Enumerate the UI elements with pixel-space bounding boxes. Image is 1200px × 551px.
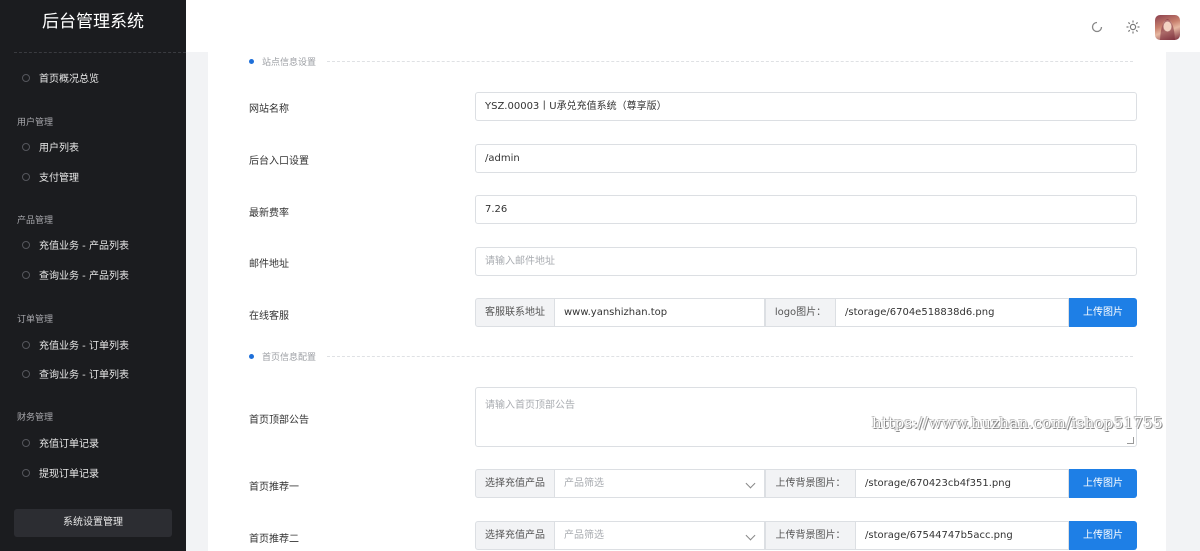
section-divider — [327, 356, 1133, 357]
sidebar-item-label: 查询业务 - 订单列表 — [39, 370, 129, 381]
chevron-down-icon — [745, 478, 756, 489]
circle-icon — [22, 143, 30, 151]
admin-entry-input[interactable]: /admin — [475, 144, 1137, 173]
logo-label: logo图片： — [765, 298, 836, 327]
sidebar-item-label: 查询业务 - 产品列表 — [39, 271, 129, 282]
logo-path-input[interactable]: /storage/6704e518838d6.png — [835, 298, 1069, 327]
service-contact-input[interactable]: www.yanshizhan.top — [554, 298, 765, 327]
rec2-product-select[interactable]: 产品筛选 — [554, 521, 765, 550]
app-title: 后台管理系统 — [42, 12, 144, 32]
sun-icon[interactable] — [1126, 20, 1140, 34]
sidebar-group-users: 用户管理 — [17, 118, 54, 128]
sidebar-item-system-settings[interactable]: 系统设置管理 — [14, 509, 172, 537]
label-rec1: 首页推荐一 — [249, 482, 299, 493]
circle-icon — [22, 439, 30, 447]
rec1-bg-input[interactable]: /storage/670423cb4f351.png — [855, 469, 1069, 498]
refresh-icon[interactable] — [1090, 20, 1104, 34]
chevron-down-icon — [745, 530, 756, 541]
circle-icon — [22, 341, 30, 349]
label-admin-entry: 后台入口设置 — [249, 156, 309, 167]
sidebar-item-label: 充值订单记录 — [39, 439, 99, 450]
rec2-select-label: 选择充值产品 — [475, 521, 555, 550]
email-input[interactable]: 请输入邮件地址 — [475, 247, 1137, 276]
sidebar-item-label: 支付管理 — [39, 173, 79, 184]
circle-icon — [22, 469, 30, 477]
rec2-bg-label: 上传背景图片： — [765, 521, 856, 550]
circle-icon — [22, 370, 30, 378]
bullet-icon — [249, 354, 254, 359]
section-home: 首页信息配置 — [249, 350, 316, 363]
rec1-product-select[interactable]: 产品筛选 — [554, 469, 765, 498]
notice-placeholder: 请输入首页顶部公告 — [485, 400, 575, 411]
label-service: 在线客服 — [249, 311, 289, 322]
watermark-text: https://www.huzhan.com/ishop51755 — [872, 414, 1164, 432]
sidebar-item-label: 充值业务 - 订单列表 — [39, 341, 129, 352]
service-contact-label: 客服联系地址 — [475, 298, 555, 327]
rec2-bg-input[interactable]: /storage/67544747b5acc.png — [855, 521, 1069, 550]
site-name-input[interactable]: YSZ.00003丨U承兑充值系统（尊享版） — [475, 92, 1137, 121]
sidebar-item-label: 首页概况总览 — [39, 74, 99, 85]
bullet-icon — [249, 59, 254, 64]
label-rec2: 首页推荐二 — [249, 534, 299, 545]
upload-logo-button[interactable]: 上传图片 — [1069, 298, 1137, 327]
section-title: 首页信息配置 — [262, 353, 317, 363]
select-placeholder: 产品筛选 — [564, 478, 604, 489]
rate-input[interactable]: 7.26 — [475, 195, 1137, 224]
sidebar-group-products: 产品管理 — [17, 216, 54, 226]
label-rate: 最新费率 — [249, 208, 289, 219]
sidebar-item-recharge-products[interactable]: 充值业务 - 产品列表 — [22, 237, 129, 257]
sidebar-item-recharge-orders[interactable]: 充值业务 - 订单列表 — [22, 337, 129, 357]
circle-icon — [22, 271, 30, 279]
label-site-name: 网站名称 — [249, 104, 289, 115]
brand-divider — [14, 52, 186, 53]
sidebar-item-recharge-records[interactable]: 充值订单记录 — [22, 435, 99, 455]
section-title: 站点信息设置 — [262, 58, 317, 68]
top-bar — [186, 0, 1200, 52]
sidebar-item-withdraw-records[interactable]: 提现订单记录 — [22, 465, 99, 485]
section-site: 站点信息设置 — [249, 55, 316, 68]
sidebar-group-finance: 财务管理 — [17, 413, 54, 423]
label-email: 邮件地址 — [249, 259, 289, 270]
rec1-upload-button[interactable]: 上传图片 — [1069, 469, 1137, 498]
resize-handle-icon[interactable] — [1127, 437, 1134, 444]
circle-icon — [22, 74, 30, 82]
sidebar-item-home[interactable]: 首页概况总览 — [22, 70, 99, 90]
circle-icon — [22, 241, 30, 249]
label-notice: 首页顶部公告 — [249, 415, 309, 426]
sidebar-item-query-products[interactable]: 查询业务 - 产品列表 — [22, 267, 129, 287]
sidebar: 后台管理系统 首页概况总览 用户管理 用户列表 支付管理 产品管理 充值业务 -… — [0, 0, 186, 551]
circle-icon — [22, 173, 30, 181]
sidebar-item-query-orders[interactable]: 查询业务 - 订单列表 — [22, 366, 129, 386]
select-placeholder: 产品筛选 — [564, 530, 604, 541]
sidebar-item-label: 充值业务 - 产品列表 — [39, 241, 129, 252]
sidebar-item-payment[interactable]: 支付管理 — [22, 169, 79, 189]
rec1-select-label: 选择充值产品 — [475, 469, 555, 498]
rec1-bg-label: 上传背景图片： — [765, 469, 856, 498]
rec2-upload-button[interactable]: 上传图片 — [1069, 521, 1137, 550]
avatar[interactable] — [1155, 15, 1180, 40]
sidebar-group-orders: 订单管理 — [17, 315, 54, 325]
section-divider — [327, 61, 1133, 62]
sidebar-item-label: 提现订单记录 — [39, 469, 99, 480]
avatar-image — [1160, 19, 1175, 40]
sidebar-item-label: 用户列表 — [39, 143, 79, 154]
sidebar-item-user-list[interactable]: 用户列表 — [22, 139, 79, 159]
